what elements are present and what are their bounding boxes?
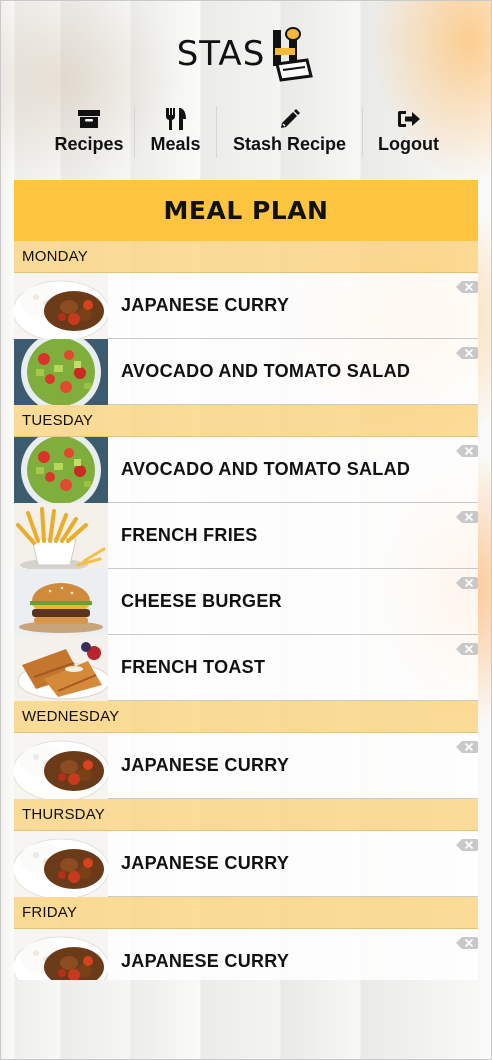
meal-thumbnail[interactable] [14,634,108,701]
meal-name[interactable]: AVOCADO AND TOMATO SALAD [108,459,410,480]
meal-row[interactable]: AVOCADO AND TOMATO SALAD [14,436,478,503]
meal-name[interactable]: FRENCH FRIES [108,525,258,546]
meal-name[interactable]: AVOCADO AND TOMATO SALAD [108,361,410,382]
meal-thumbnail[interactable] [14,732,108,799]
day-header-monday: MONDAY [14,241,478,273]
nav-recipes[interactable]: Recipes [44,106,134,158]
stash-logo[interactable]: STAS [0,24,492,84]
day-header-thursday: THURSDAY [14,799,478,831]
archive-icon [77,106,101,132]
meal-row[interactable]: FRENCH TOAST [14,634,478,701]
day-header-wednesday: WEDNESDAY [14,701,478,733]
meal-name[interactable]: JAPANESE CURRY [108,853,289,874]
meal-name[interactable]: FRENCH TOAST [108,657,265,678]
nav-stash-recipe-label: Stash Recipe [232,134,347,154]
chef-hat-box-icon [273,27,314,82]
meal-thumbnail[interactable] [14,338,108,405]
remove-meal-icon[interactable] [456,444,478,457]
remove-meal-icon[interactable] [456,576,478,589]
meal-thumbnail[interactable] [14,568,108,635]
nav-recipes-label: Recipes [54,134,124,154]
main-nav: Recipes Meals Stash Recipe Logout [44,106,454,158]
remove-meal-icon[interactable] [456,510,478,523]
meal-thumbnail[interactable] [14,928,108,980]
meal-row[interactable]: JAPANESE CURRY [14,272,478,339]
meal-thumbnail[interactable] [14,502,108,569]
nav-logout-label: Logout [378,134,439,154]
nav-meals[interactable]: Meals [134,106,216,158]
meal-thumbnail[interactable] [14,436,108,503]
meal-name[interactable]: JAPANESE CURRY [108,951,289,972]
meal-thumbnail[interactable] [14,830,108,897]
meal-name[interactable]: CHEESE BURGER [108,591,282,612]
nav-logout[interactable]: Logout [362,106,454,158]
remove-meal-icon[interactable] [456,642,478,655]
utensils-icon [165,106,187,132]
pencil-icon [279,106,301,132]
sign-out-icon [397,106,421,132]
remove-meal-icon[interactable] [456,280,478,293]
remove-meal-icon[interactable] [456,346,478,359]
logo-text: STAS [176,34,266,74]
meal-row[interactable]: AVOCADO AND TOMATO SALAD [14,338,478,405]
meal-thumbnail[interactable] [14,272,108,339]
day-header-friday: FRIDAY [14,897,478,929]
remove-meal-icon[interactable] [456,936,478,949]
meal-row[interactable]: CHEESE BURGER [14,568,478,635]
meal-plan-title: MEAL PLAN [14,180,478,241]
remove-meal-icon[interactable] [456,740,478,753]
meal-plan-panel: MEAL PLAN MONDAY JAPANESE CURRY AVOCADO AN… [14,180,478,980]
nav-stash-recipe[interactable]: Stash Recipe [216,106,362,158]
meal-row[interactable]: JAPANESE CURRY [14,928,478,980]
nav-meals-label: Meals [150,134,201,154]
meal-row[interactable]: JAPANESE CURRY [14,830,478,897]
day-header-tuesday: TUESDAY [14,405,478,437]
meal-row[interactable]: JAPANESE CURRY [14,732,478,799]
meal-name[interactable]: JAPANESE CURRY [108,295,289,316]
meal-plan-days: MONDAY JAPANESE CURRY AVOCADO AND TOMATO S… [14,241,478,980]
meal-name[interactable]: JAPANESE CURRY [108,755,289,776]
meal-row[interactable]: FRENCH FRIES [14,502,478,569]
remove-meal-icon[interactable] [456,838,478,851]
